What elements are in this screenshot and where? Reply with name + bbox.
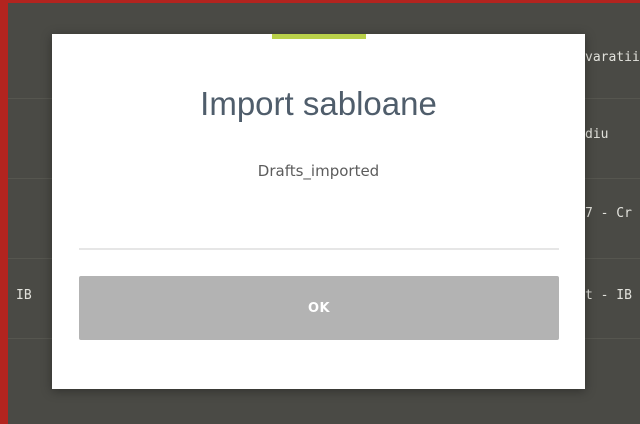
dialog-message: Drafts_imported <box>257 162 380 180</box>
dialog-divider <box>79 248 559 250</box>
table-cell-text: diu <box>585 127 609 142</box>
table-cell-text: 7 - Cr <box>585 206 632 221</box>
dialog-accent-bar <box>272 34 366 39</box>
table-cell-text: t - IB <box>585 288 632 303</box>
table-cell-text: IB <box>16 288 32 303</box>
ok-button[interactable]: OK <box>79 276 559 340</box>
dialog-title: Import sabloane <box>200 85 437 122</box>
table-cell-text: varatii <box>585 50 640 65</box>
import-dialog: Import sabloane Drafts_imported OK <box>52 34 585 389</box>
